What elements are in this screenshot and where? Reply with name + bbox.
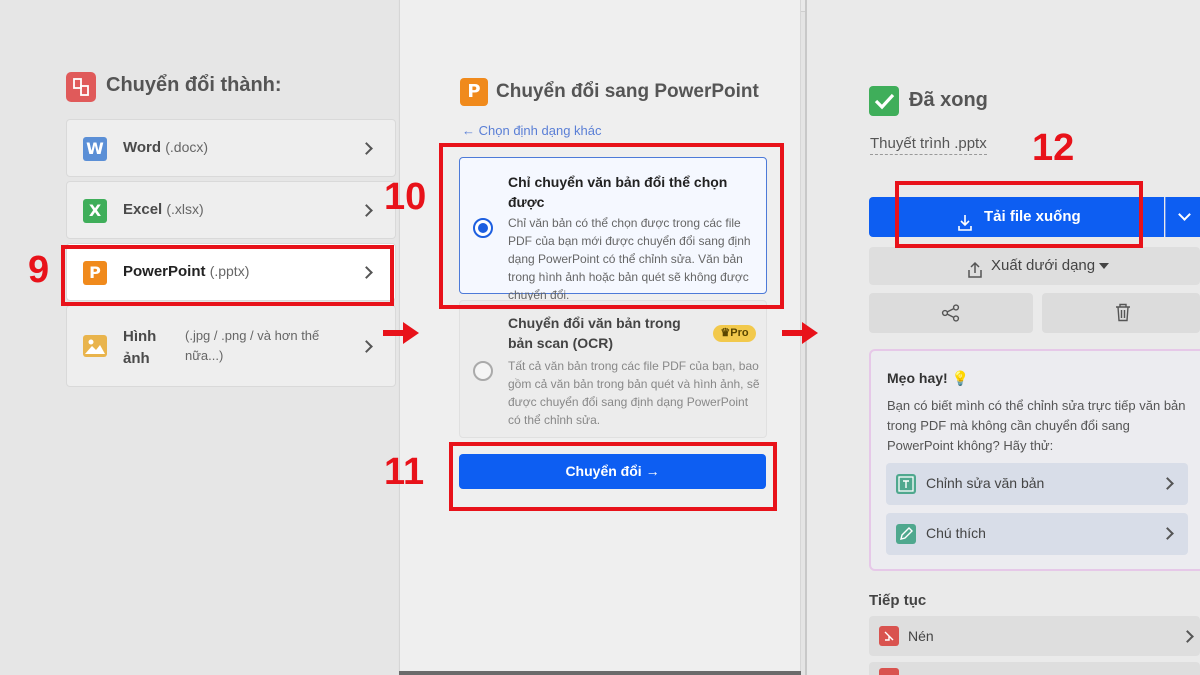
- right-panel: [805, 0, 1200, 675]
- export-button[interactable]: Xuất dưới dạng: [869, 247, 1200, 285]
- next-tool-icon: [879, 668, 899, 675]
- format-image-label: Hình ảnh: [123, 328, 157, 367]
- export-icon: [967, 256, 983, 278]
- format-image[interactable]: Hình ảnh (.jpg / .png / và hơn thế nữa..…: [66, 305, 396, 387]
- radio-unselected[interactable]: [473, 361, 493, 381]
- crown-icon: ♛: [720, 327, 731, 339]
- format-excel-label: Excel: [123, 201, 163, 218]
- done-title: Đã xong: [909, 89, 988, 111]
- export-button-label: Xuất dưới dạng: [991, 257, 1096, 274]
- tip-edit-text-label: Chỉnh sửa văn bản: [926, 475, 1045, 491]
- arrow-left-icon: ←: [462, 123, 475, 138]
- chevron-right-icon: [1161, 477, 1174, 490]
- tip-edit-text[interactable]: Chỉnh sửa văn bản: [886, 463, 1188, 505]
- annotate-icon: [896, 524, 916, 544]
- middle-panel-title: Chuyển đổi sang PowerPoint: [496, 81, 759, 102]
- format-word[interactable]: W Word (.docx): [66, 119, 396, 177]
- tip-annotate-label: Chú thích: [926, 525, 986, 541]
- option-ocr[interactable]: Chuyển đổi văn bản trong bản scan (OCR) …: [459, 300, 767, 438]
- file-name: Thuyết trình .pptx: [870, 135, 987, 155]
- chevron-right-icon: [360, 204, 373, 217]
- powerpoint-title-icon: P: [460, 78, 488, 106]
- middle-panel-bottom-bar: [399, 671, 801, 675]
- share-icon: [941, 304, 960, 322]
- continue-next-item[interactable]: [869, 662, 1200, 675]
- step-11-label: 11: [384, 451, 425, 493]
- chevron-right-icon: [1161, 527, 1174, 540]
- trash-icon: [1116, 303, 1130, 322]
- pro-badge: ♛Pro: [713, 325, 756, 342]
- word-icon: W: [83, 137, 107, 161]
- compress-icon: [879, 626, 899, 646]
- step-arrow-1-icon: [383, 322, 419, 344]
- tip-title-label: Mẹo hay!: [887, 370, 948, 386]
- format-word-ext: (.docx): [165, 139, 209, 155]
- step-12-label: 12: [1032, 127, 1075, 169]
- option-2-desc: Tất cả văn bản trong các file PDF của bạ…: [508, 359, 760, 427]
- option-2-title: Chuyển đổi văn bản trong bản scan (OCR): [508, 315, 681, 351]
- continue-title: Tiếp tục: [869, 592, 927, 609]
- back-link[interactable]: ← Chọn định dạng khác: [462, 123, 602, 138]
- highlight-download: [895, 181, 1143, 248]
- format-image-ext: (.jpg / .png / và hơn thế nữa...): [185, 328, 320, 363]
- step-9-label: 9: [28, 249, 50, 291]
- highlight-option-1: [439, 143, 784, 309]
- chevron-down-icon: [1178, 208, 1191, 221]
- lightbulb-icon: 💡: [951, 370, 970, 386]
- caret-down-icon: [1099, 263, 1109, 269]
- convert-to-icon: [66, 72, 96, 102]
- excel-icon: X: [83, 199, 107, 223]
- edit-text-icon: [896, 474, 916, 494]
- pro-badge-label: Pro: [730, 327, 749, 339]
- check-icon: [869, 86, 899, 116]
- highlight-powerpoint: [61, 245, 394, 306]
- tip-text: Bạn có biết mình có thể chỉnh sửa trực t…: [887, 398, 1186, 453]
- chevron-right-icon: [1181, 630, 1194, 643]
- tip-title: Mẹo hay! 💡: [887, 370, 969, 387]
- image-icon: [83, 335, 107, 357]
- tip-annotate[interactable]: Chú thích: [886, 513, 1188, 555]
- left-panel-title: Chuyển đổi thành:: [106, 74, 282, 96]
- format-excel-ext: (.xlsx): [166, 201, 204, 217]
- continue-compress-label: Nén: [908, 628, 934, 644]
- step-arrow-2-icon: [782, 322, 818, 344]
- step-10-label: 10: [384, 176, 427, 218]
- chevron-right-icon: [360, 340, 373, 353]
- chevron-right-icon: [360, 142, 373, 155]
- highlight-convert: [449, 442, 777, 511]
- delete-button[interactable]: [1042, 293, 1200, 333]
- download-dropdown-button[interactable]: [1165, 197, 1200, 237]
- format-word-label: Word: [123, 139, 162, 156]
- continue-compress[interactable]: Nén: [869, 616, 1200, 656]
- back-link-label: Chọn định dạng khác: [478, 123, 602, 138]
- share-button[interactable]: [869, 293, 1033, 333]
- format-excel[interactable]: X Excel (.xlsx): [66, 181, 396, 239]
